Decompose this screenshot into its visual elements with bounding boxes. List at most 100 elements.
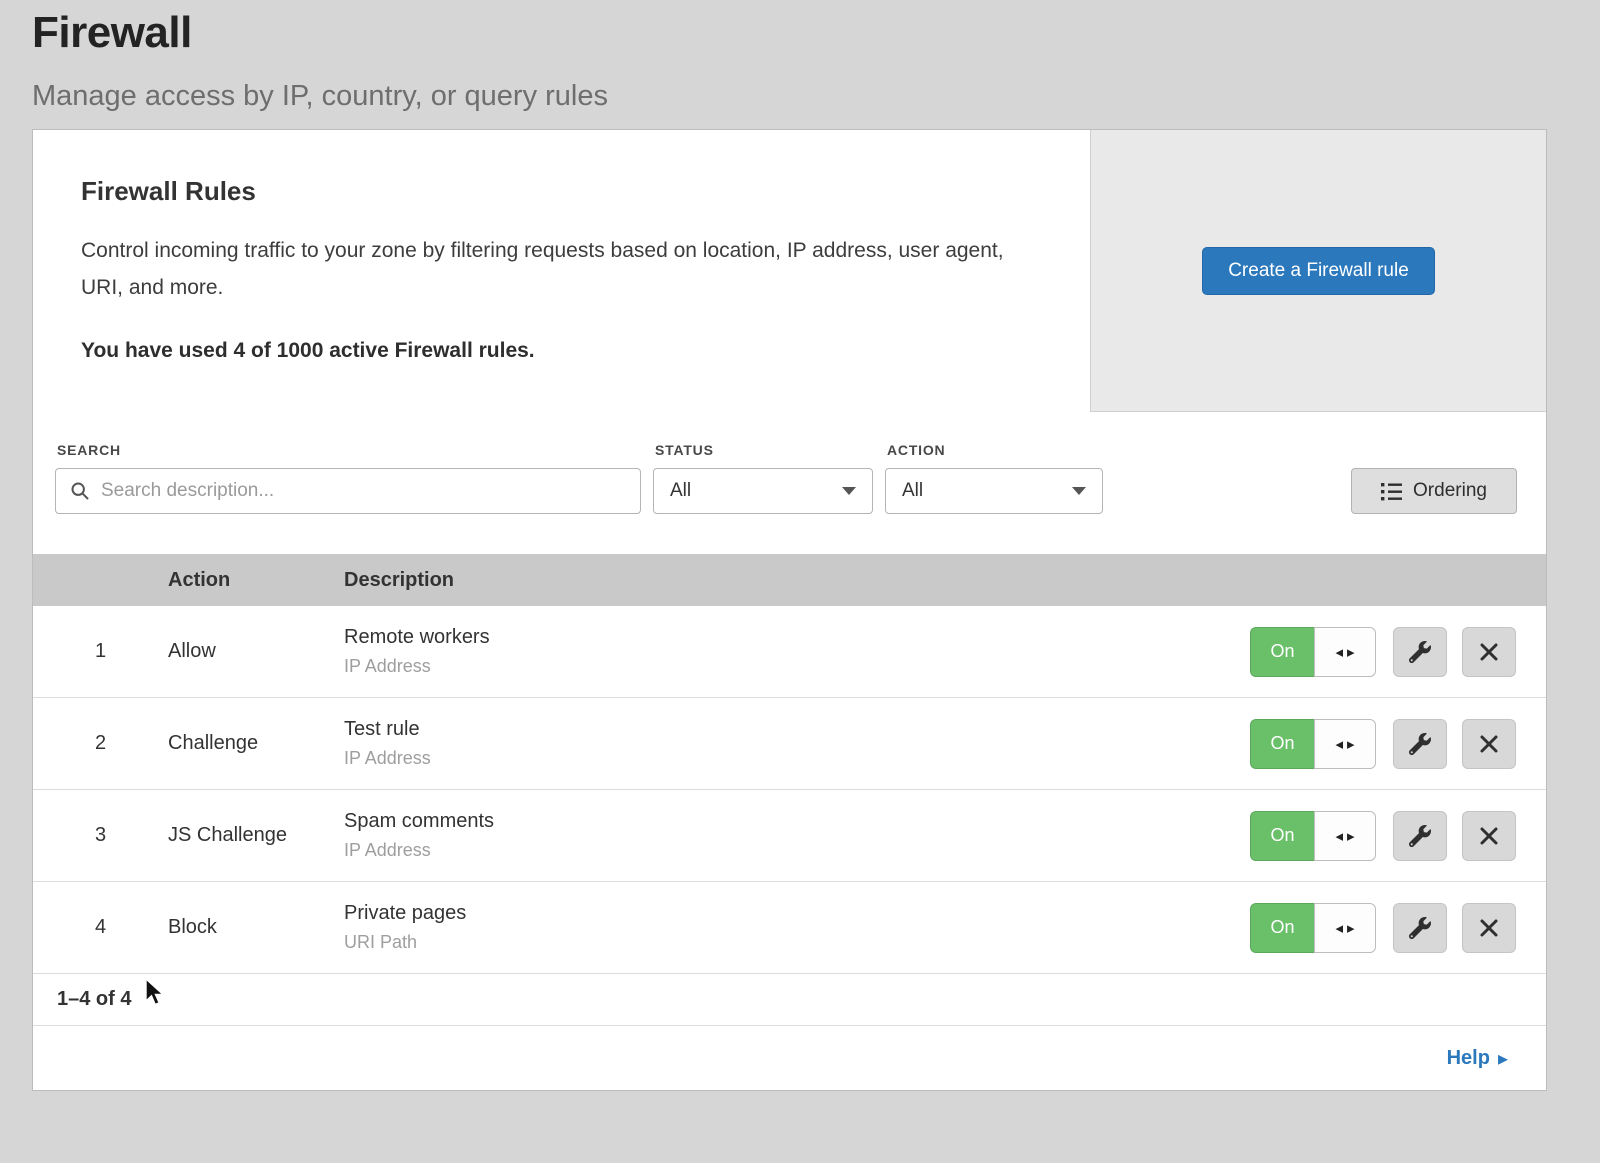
create-firewall-rule-button[interactable]: Create a Firewall rule [1202,247,1435,295]
table-row: 2 Challenge Test rule IP Address On ◂ ▸ [33,698,1546,790]
triangle-right-icon: ▸ [1347,643,1355,661]
action-label: ACTION [887,442,1103,458]
rule-action: Block [168,916,344,939]
card-description: Control incoming traffic to your zone by… [81,233,1030,307]
rule-field-type: IP Address [344,656,1250,677]
search-icon [70,481,90,501]
close-icon [1479,734,1499,754]
triangle-left-icon: ◂ [1335,735,1343,753]
rule-controls: On ◂ ▸ [1250,719,1546,769]
pagination: 1–4 of 4 [33,974,1546,1026]
help-link[interactable]: Help ▸ [1447,1046,1508,1071]
help-arrow-icon: ▸ [1498,1046,1508,1071]
rule-toggle-group: On ◂ ▸ [1250,719,1376,769]
triangle-right-icon: ▸ [1347,827,1355,845]
rule-description-cell: Test rule IP Address [344,718,1250,769]
rules-table: Action Description 1 Allow Remote worker… [33,554,1546,1090]
rule-action: JS Challenge [168,824,344,847]
firewall-page: Firewall Manage access by IP, country, o… [0,0,1600,1091]
wrench-icon [1409,733,1431,755]
firewall-card: Firewall Rules Control incoming traffic … [32,129,1547,1091]
rule-field-type: URI Path [344,932,1250,953]
close-icon [1479,642,1499,662]
rule-number: 1 [33,640,168,663]
rule-toggle-group: On ◂ ▸ [1250,903,1376,953]
delete-rule-button[interactable] [1462,811,1516,861]
delete-rule-button[interactable] [1462,903,1516,953]
close-icon [1479,918,1499,938]
edit-rule-button[interactable] [1393,627,1447,677]
triangle-left-icon: ◂ [1335,643,1343,661]
help-label: Help [1447,1047,1490,1070]
rule-number: 2 [33,732,168,755]
edit-rule-button[interactable] [1393,719,1447,769]
table-row: 3 JS Challenge Spam comments IP Address … [33,790,1546,882]
firewall-rules-header-section: Firewall Rules Control incoming traffic … [33,130,1546,412]
rule-number: 4 [33,916,168,939]
wrench-icon [1409,825,1431,847]
rule-description-cell: Private pages URI Path [344,902,1250,953]
status-filter: STATUS All [653,442,873,514]
rule-controls: On ◂ ▸ [1250,903,1546,953]
rule-action: Allow [168,640,344,663]
wrench-icon [1409,641,1431,663]
search-input[interactable] [55,468,641,514]
triangle-left-icon: ◂ [1335,919,1343,937]
rules-table-body: 1 Allow Remote workers IP Address On ◂ ▸ [33,606,1546,974]
usage-text: You have used 4 of 1000 active Firewall … [81,339,1030,363]
rule-status-toggle[interactable]: On [1250,811,1314,861]
rule-toggle-expand-button[interactable]: ◂ ▸ [1314,719,1376,769]
action-selected-value: All [902,480,923,502]
rule-toggle-expand-button[interactable]: ◂ ▸ [1314,903,1376,953]
triangle-right-icon: ▸ [1347,735,1355,753]
page-subtitle: Manage access by IP, country, or query r… [32,80,1600,113]
action-select[interactable]: All [885,468,1103,514]
wrench-icon [1409,917,1431,939]
triangle-left-icon: ◂ [1335,827,1343,845]
rule-toggle-expand-button[interactable]: ◂ ▸ [1314,627,1376,677]
table-row: 4 Block Private pages URI Path On ◂ ▸ [33,882,1546,974]
firewall-rules-info: Firewall Rules Control incoming traffic … [33,130,1090,412]
chevron-down-icon [1072,487,1086,495]
rule-action: Challenge [168,732,344,755]
rule-status-toggle[interactable]: On [1250,719,1314,769]
status-label: STATUS [655,442,873,458]
rule-description-cell: Spam comments IP Address [344,810,1250,861]
rule-field-type: IP Address [344,748,1250,769]
rule-description: Test rule [344,718,1250,741]
close-icon [1479,826,1499,846]
ordered-list-icon [1381,482,1402,501]
header-action-column: Action [168,569,344,592]
search-filter: SEARCH [55,442,641,514]
search-label: SEARCH [57,442,641,458]
rule-controls: On ◂ ▸ [1250,627,1546,677]
rule-status-toggle[interactable]: On [1250,627,1314,677]
table-row: 1 Allow Remote workers IP Address On ◂ ▸ [33,606,1546,698]
rule-description: Private pages [344,902,1250,925]
delete-rule-button[interactable] [1462,627,1516,677]
rule-status-toggle[interactable]: On [1250,903,1314,953]
chevron-down-icon [842,487,856,495]
ordering-label: Ordering [1413,480,1487,502]
rule-toggle-group: On ◂ ▸ [1250,811,1376,861]
delete-rule-button[interactable] [1462,719,1516,769]
ordering-button[interactable]: Ordering [1351,468,1517,514]
rule-number: 3 [33,824,168,847]
edit-rule-button[interactable] [1393,811,1447,861]
create-rule-panel: Create a Firewall rule [1090,130,1546,412]
rule-description-cell: Remote workers IP Address [344,626,1250,677]
rules-table-header: Action Description [33,554,1546,606]
triangle-right-icon: ▸ [1347,919,1355,937]
rule-toggle-expand-button[interactable]: ◂ ▸ [1314,811,1376,861]
status-select[interactable]: All [653,468,873,514]
action-filter: ACTION All [885,442,1103,514]
rule-controls: On ◂ ▸ [1250,811,1546,861]
status-selected-value: All [670,480,691,502]
card-heading: Firewall Rules [81,176,1030,207]
rule-description: Remote workers [344,626,1250,649]
filters-bar: SEARCH STATUS All ACTION [33,412,1546,554]
edit-rule-button[interactable] [1393,903,1447,953]
rule-description: Spam comments [344,810,1250,833]
help-row: Help ▸ [33,1026,1546,1090]
header-description-column: Description [344,569,1546,592]
